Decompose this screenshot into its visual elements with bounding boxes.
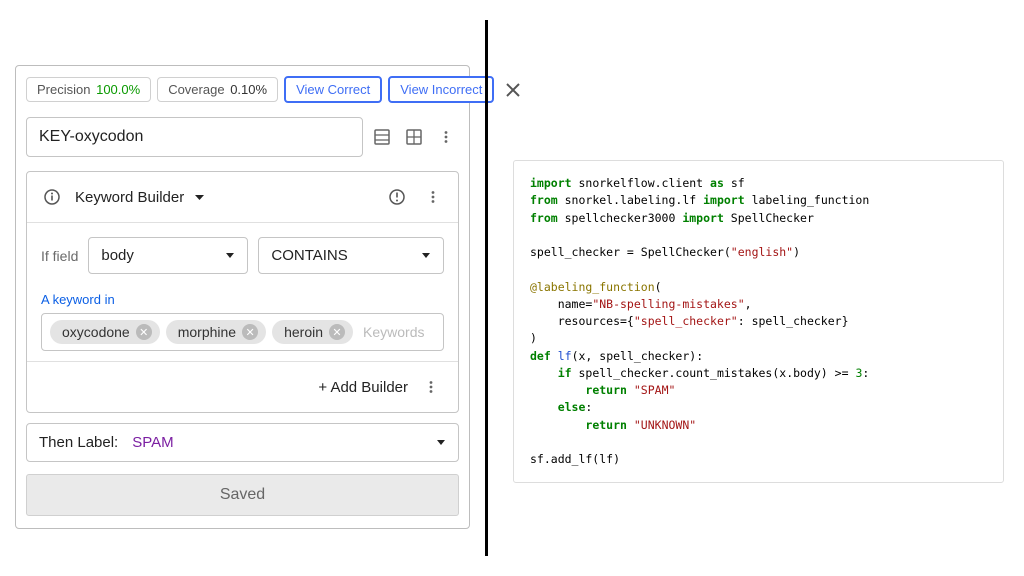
chevron-down-icon xyxy=(421,251,431,261)
view-incorrect-button[interactable]: View Incorrect xyxy=(388,76,494,103)
then-label-value: SPAM xyxy=(132,434,422,451)
chevron-down-icon xyxy=(225,251,235,261)
keyword-builder: Keyword Builder If field body xyxy=(26,171,459,413)
coverage-label: Coverage xyxy=(168,82,224,97)
lf-name-input[interactable] xyxy=(26,117,363,157)
lf-builder-card: Precision 100.0% Coverage 0.10% View Cor… xyxy=(15,65,470,529)
code-snippet: import snorkelflow.client as sf from sno… xyxy=(513,160,1004,483)
coverage-value: 0.10% xyxy=(230,82,267,97)
precision-value: 100.0% xyxy=(96,82,140,97)
keyword-chip: heroin ✕ xyxy=(272,320,353,344)
chip-label: morphine xyxy=(178,324,236,340)
then-label-select[interactable]: Then Label: SPAM xyxy=(26,423,459,462)
list-view-icon[interactable] xyxy=(369,124,395,150)
keyword-in-link[interactable]: A keyword in xyxy=(41,292,115,307)
keyword-chip: oxycodone ✕ xyxy=(50,320,160,344)
builder-title: Keyword Builder xyxy=(75,189,184,206)
add-more-icon[interactable] xyxy=(418,374,444,400)
chevron-down-icon xyxy=(436,438,446,448)
more-icon[interactable] xyxy=(433,124,459,150)
view-correct-button[interactable]: View Correct xyxy=(284,76,382,103)
keywords-placeholder: Keywords xyxy=(359,324,424,340)
coverage-metric: Coverage 0.10% xyxy=(157,77,278,102)
builder-more-icon[interactable] xyxy=(420,184,446,210)
info-icon[interactable] xyxy=(39,184,65,210)
warning-info-icon[interactable] xyxy=(384,184,410,210)
field-value: body xyxy=(101,247,134,264)
saved-button[interactable]: Saved xyxy=(26,474,459,516)
chip-label: heroin xyxy=(284,324,323,340)
metrics-row: Precision 100.0% Coverage 0.10% View Cor… xyxy=(26,76,459,103)
keywords-input[interactable]: oxycodone ✕ morphine ✕ heroin ✕ Keywords xyxy=(41,313,444,351)
then-label-text: Then Label: xyxy=(39,434,118,451)
chip-remove-icon[interactable]: ✕ xyxy=(329,324,345,340)
if-field-label: If field xyxy=(41,248,78,264)
operator-value: CONTAINS xyxy=(271,247,347,264)
chip-label: oxycodone xyxy=(62,324,130,340)
chevron-down-icon[interactable] xyxy=(194,192,205,203)
field-select[interactable]: body xyxy=(88,237,248,274)
precision-metric: Precision 100.0% xyxy=(26,77,151,102)
keyword-chip: morphine ✕ xyxy=(166,320,266,344)
operator-select[interactable]: CONTAINS xyxy=(258,237,444,274)
precision-label: Precision xyxy=(37,82,90,97)
add-builder-button[interactable]: + Add Builder xyxy=(318,379,408,396)
grid-view-icon[interactable] xyxy=(401,124,427,150)
chip-remove-icon[interactable]: ✕ xyxy=(242,324,258,340)
chip-remove-icon[interactable]: ✕ xyxy=(136,324,152,340)
